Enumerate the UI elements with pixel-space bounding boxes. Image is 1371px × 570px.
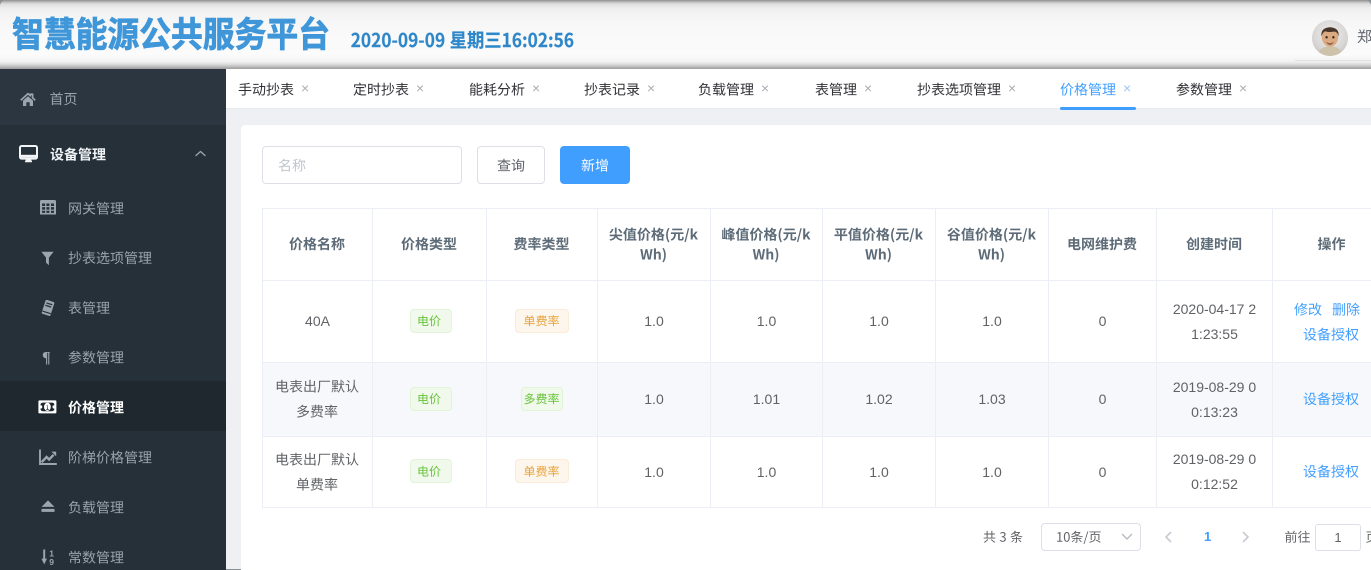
svg-text:9: 9 bbox=[49, 557, 54, 565]
svg-text:¶: ¶ bbox=[42, 350, 51, 366]
